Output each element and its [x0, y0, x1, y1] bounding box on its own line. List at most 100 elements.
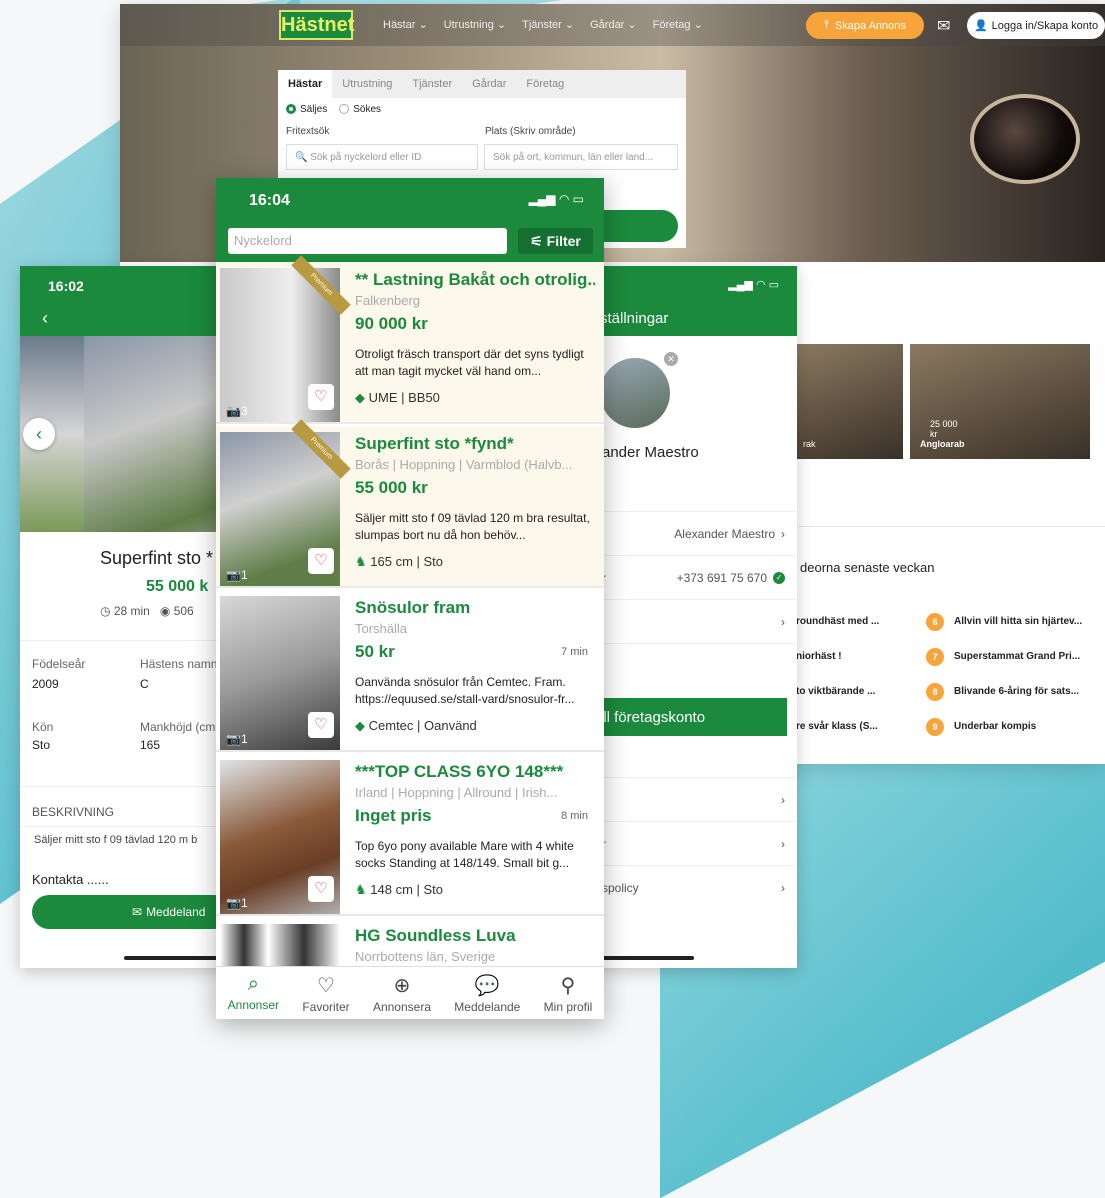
place-search-input[interactable]: Sök på ort, kommun, län eller land... — [484, 144, 678, 170]
company-account-button[interactable]: ill företagskonto — [594, 698, 787, 736]
list-item[interactable]: re svår klass (S... — [796, 709, 879, 744]
keyword-search-input[interactable]: Nyckelord — [228, 228, 507, 254]
horse-eye-image — [970, 94, 1080, 184]
settings-row[interactable]: › — [594, 599, 797, 643]
create-ad-button[interactable]: ⤒ Skapa Annons — [806, 12, 924, 39]
rank-badge: 6 — [926, 612, 944, 631]
tab-label: Favoriter — [302, 1000, 350, 1014]
listing-desc: Säljer mitt sto f 09 tävlad 120 m bra re… — [355, 511, 590, 542]
tab-min-profil[interactable]: ⚲ Min profil — [544, 967, 593, 1019]
tag-icon: ◆ — [355, 390, 365, 405]
tab-hastar[interactable]: Hästar — [278, 70, 333, 98]
thumb-price: 25 000 kr — [930, 419, 958, 439]
login-label: Logga in/Skapa konto — [991, 19, 1099, 32]
settings-row[interactable]: › — [594, 777, 797, 821]
freetext-search-input[interactable]: 🔍 Sök på nyckelord eller ID — [286, 144, 478, 170]
chevron-right-icon: › — [781, 526, 785, 541]
listing-photo: Premium ♡ 📷1 — [220, 419, 351, 586]
settings-row — [594, 643, 797, 698]
list-item[interactable]: to viktbärande ... — [796, 674, 879, 709]
listing-card[interactable]: ♡ 📷1 Snösulor fram Torshälla 50 kr 7 min… — [216, 590, 604, 752]
tab-favoriter[interactable]: ♡ Favoriter — [302, 967, 349, 1019]
list-item[interactable]: roundhäst med ... — [796, 604, 879, 639]
chevron-right-icon: › — [781, 614, 785, 629]
status-time: 16:02 — [48, 278, 84, 294]
nav-item-foretag[interactable]: Företag ⌄ — [653, 18, 703, 31]
listing-tags-text: UME | BB50 — [368, 390, 440, 405]
status-time: 16:04 — [249, 192, 290, 209]
listing-title: ***TOP CLASS 6YO 148*** — [355, 762, 564, 781]
tab-annonser[interactable]: ⌕ Annonser — [228, 967, 279, 1019]
ad-thumbnail[interactable]: rak — [793, 344, 903, 459]
divider — [793, 526, 1105, 527]
camera-icon: 📷3 — [226, 404, 248, 418]
settings-row-phone[interactable]: r +373 691 75 670 ✓ — [594, 555, 797, 599]
settings-row[interactable]: r › — [594, 821, 797, 865]
remove-avatar-icon[interactable]: ✕ — [664, 352, 678, 366]
field-label: Hästens namn — [140, 657, 218, 671]
ad-title: Superfint sto * — [100, 548, 214, 568]
heart-icon[interactable]: ♡ — [308, 384, 334, 410]
list-item[interactable]: niorhäst ! — [796, 639, 879, 674]
eye-icon: ◉ — [159, 604, 171, 618]
listing-price: 50 kr — [355, 642, 395, 661]
field-label: Kön — [32, 720, 54, 734]
horse-icon: ♞ — [355, 882, 367, 897]
signal-icon: ▂▄▆ ◠ ▭ — [528, 192, 584, 206]
settings-row-policy[interactable]: spolicy › — [594, 865, 797, 909]
list-item[interactable]: 6 Allvin vill hitta sin hjärtev... — [926, 604, 1082, 639]
listing-title: ** Lastning Bakåt och otrolig... — [355, 270, 595, 289]
message-button-label: Meddeland — [146, 905, 206, 919]
site-logo[interactable]: Hästnet — [279, 10, 354, 40]
prev-photo-button[interactable]: ‹ — [23, 418, 55, 450]
filter-button[interactable]: ⚟ Filter — [518, 228, 593, 254]
ad-views: 506 — [173, 604, 194, 618]
nav-item-tjanster[interactable]: Tjänster ⌄ — [522, 18, 574, 31]
list-item[interactable]: 8 Blivande 6-åring för sats... — [926, 674, 1082, 709]
nav-item-gardar[interactable]: Gårdar ⌄ — [590, 18, 637, 31]
profile-name: ander Maestro — [602, 444, 699, 461]
tab-tjanster[interactable]: Tjänster — [402, 70, 462, 98]
list-item[interactable]: 7 Superstammat Grand Pri... — [926, 639, 1082, 674]
tab-gardar[interactable]: Gårdar — [462, 70, 516, 98]
avatar[interactable] — [600, 358, 670, 428]
list-item[interactable]: 9 Underbar kompis — [926, 709, 1082, 744]
tab-foretag[interactable]: Företag — [516, 70, 574, 98]
tab-label: Annonser — [227, 998, 280, 1012]
listing-desc: Oanvända snösulor från Cemtec. Fram. htt… — [355, 675, 575, 706]
ad-thumbnail[interactable]: Angloarab 25 000 kr — [910, 344, 1090, 459]
photo-count: 3 — [240, 404, 248, 418]
photo-count: 1 — [240, 732, 248, 746]
nav-item-hastar[interactable]: Hästar ⌄ — [383, 18, 428, 31]
nav-item-utrustning[interactable]: Utrustning ⌄ — [444, 18, 506, 31]
camera-icon: 📷1 — [226, 568, 248, 582]
listing-price: 55 000 kr — [355, 478, 428, 497]
tab-annonsera[interactable]: ⊕ Annonsera — [373, 967, 431, 1019]
mail-icon[interactable]: ✉ — [937, 16, 950, 36]
rank-badge: 7 — [926, 647, 944, 666]
listing-phone: 16:04 ▂▄▆ ◠ ▭ Nyckelord ⚟ Filter Premium … — [216, 178, 604, 1019]
heart-icon[interactable]: ♡ — [308, 548, 334, 574]
heart-icon[interactable]: ♡ — [308, 876, 334, 902]
back-icon[interactable]: ‹ — [42, 308, 48, 329]
photo-count: 1 — [240, 896, 248, 910]
listing-location: Torshälla — [355, 621, 408, 636]
listing-location: Falkenberg — [355, 293, 421, 308]
radio-sell[interactable]: Säljes — [286, 104, 327, 115]
filter-label: Filter — [546, 233, 581, 249]
listing-card[interactable]: Premium ♡ 📷1 Superfint sto *fynd* Borås … — [216, 419, 604, 588]
heart-icon[interactable]: ♡ — [308, 712, 334, 738]
settings-row-name[interactable]: Alexander Maestro › — [594, 511, 797, 555]
listing-location: Borås | Hoppning | Varmblod (Halvb... — [355, 457, 573, 472]
radio-seek[interactable]: Sökes — [339, 104, 381, 115]
listing-card[interactable]: Premium ♡ 📷3 ** Lastning Bakåt och otrol… — [216, 255, 604, 424]
description-header: BESKRIVNING — [32, 805, 115, 819]
tab-utrustning[interactable]: Utrustning — [332, 70, 402, 98]
chevron-right-icon: › — [781, 880, 785, 895]
thumb-title: Angloarab — [920, 439, 965, 449]
page-title: ställningar — [600, 310, 669, 327]
row-value: +373 691 75 670 — [676, 570, 767, 585]
tab-meddelande[interactable]: 💬 Meddelande — [454, 967, 520, 1019]
login-button[interactable]: 👤 Logga in/Skapa konto — [967, 12, 1105, 39]
listing-card[interactable]: ♡ 📷1 ***TOP CLASS 6YO 148*** Irland | Ho… — [216, 754, 604, 916]
